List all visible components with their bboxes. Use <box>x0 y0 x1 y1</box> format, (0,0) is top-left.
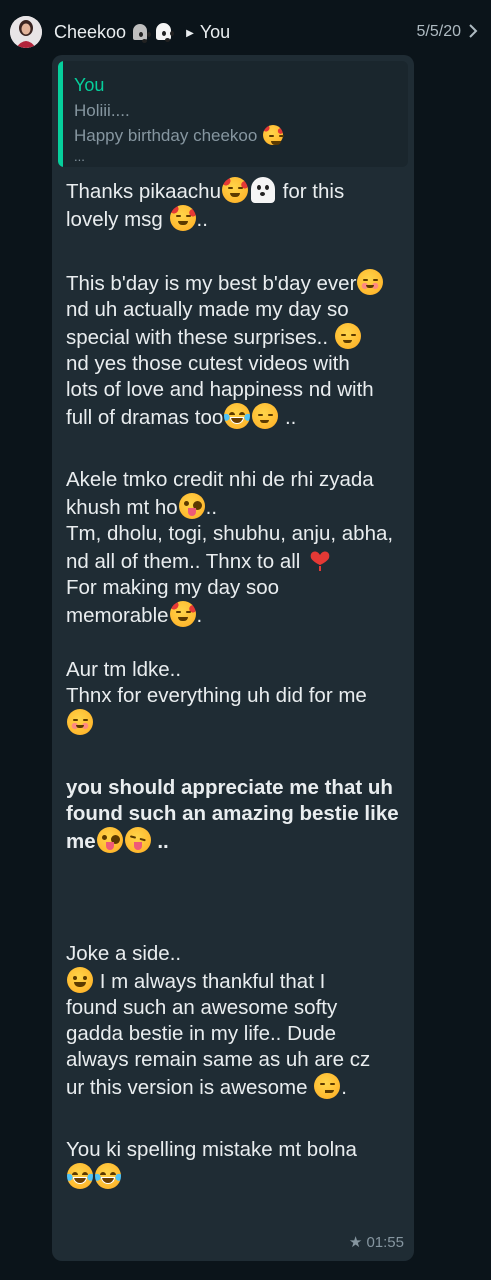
message-body: Thanks pikaachu for this lovely msg .. Th… <box>66 177 411 1191</box>
message-meta: ★ 01:55 <box>349 1233 404 1251</box>
message-date: 5/5/20 <box>416 23 461 40</box>
ghost-emoji-icon <box>250 177 275 203</box>
star-icon: ★ <box>348 1234 363 1251</box>
smiling-face-hearts-icon <box>169 205 196 231</box>
blushing-face-icon <box>357 269 384 295</box>
paragraph: Akele tmko credit nhi de rhi zyada khush … <box>66 468 394 627</box>
joy-face-icon <box>67 1163 93 1189</box>
ghost-emoji-icon <box>156 23 172 42</box>
chevron-right-icon[interactable] <box>465 22 481 40</box>
quote-line: Holiii.... <box>74 101 130 120</box>
paragraph: Thanks pikaachu for this lovely msg .. <box>66 177 411 233</box>
header-participants: Cheekoo ▶ You <box>54 22 230 43</box>
heart-icon <box>310 551 330 571</box>
zany-face-icon <box>96 827 123 853</box>
zany-face-icon <box>178 493 205 519</box>
person-emoji-icon <box>133 24 148 43</box>
paragraph: you should appreciate me that uh found su… <box>66 776 399 853</box>
message-header: Cheekoo ▶ You 5/5/20 <box>0 0 491 62</box>
quoted-message[interactable]: You Holiii.... Happy birthday cheekoo ..… <box>58 61 408 167</box>
message-time: 01:55 <box>366 1234 404 1251</box>
paragraph: Aur tm ldke.. Thnx for everything uh did … <box>66 657 411 737</box>
joy-face-icon <box>224 403 251 429</box>
arrow-right-icon: ▶ <box>186 28 194 39</box>
smiling-face-hearts-icon <box>169 601 196 627</box>
sender-name: Cheekoo <box>54 22 127 42</box>
avatar[interactable] <box>10 16 42 48</box>
relieved-face-icon <box>314 1073 341 1099</box>
paragraph: Joke a side.. I m always thankful that I… <box>66 942 371 1099</box>
relieved-face-icon <box>334 323 361 349</box>
paragraph: This b'day is my best b'day ever nd uh ac… <box>66 269 411 431</box>
kiss-emoji-icon <box>263 125 284 145</box>
joy-face-icon <box>95 1163 121 1189</box>
quote-author: You <box>74 75 105 95</box>
quote-line: ... <box>74 149 85 164</box>
relieved-face-icon <box>252 403 279 429</box>
quote-accent-bar <box>58 61 63 167</box>
quote-line: Happy birthday cheekoo <box>74 125 284 146</box>
squinting-tongue-face-icon <box>124 827 151 853</box>
paragraph: You ki spelling mistake mt bolna <box>66 1137 411 1191</box>
smiling-face-icon <box>67 967 93 993</box>
smiling-face-hearts-icon <box>221 177 248 203</box>
blushing-face-icon <box>67 709 93 735</box>
recipient-name: You <box>199 22 231 42</box>
